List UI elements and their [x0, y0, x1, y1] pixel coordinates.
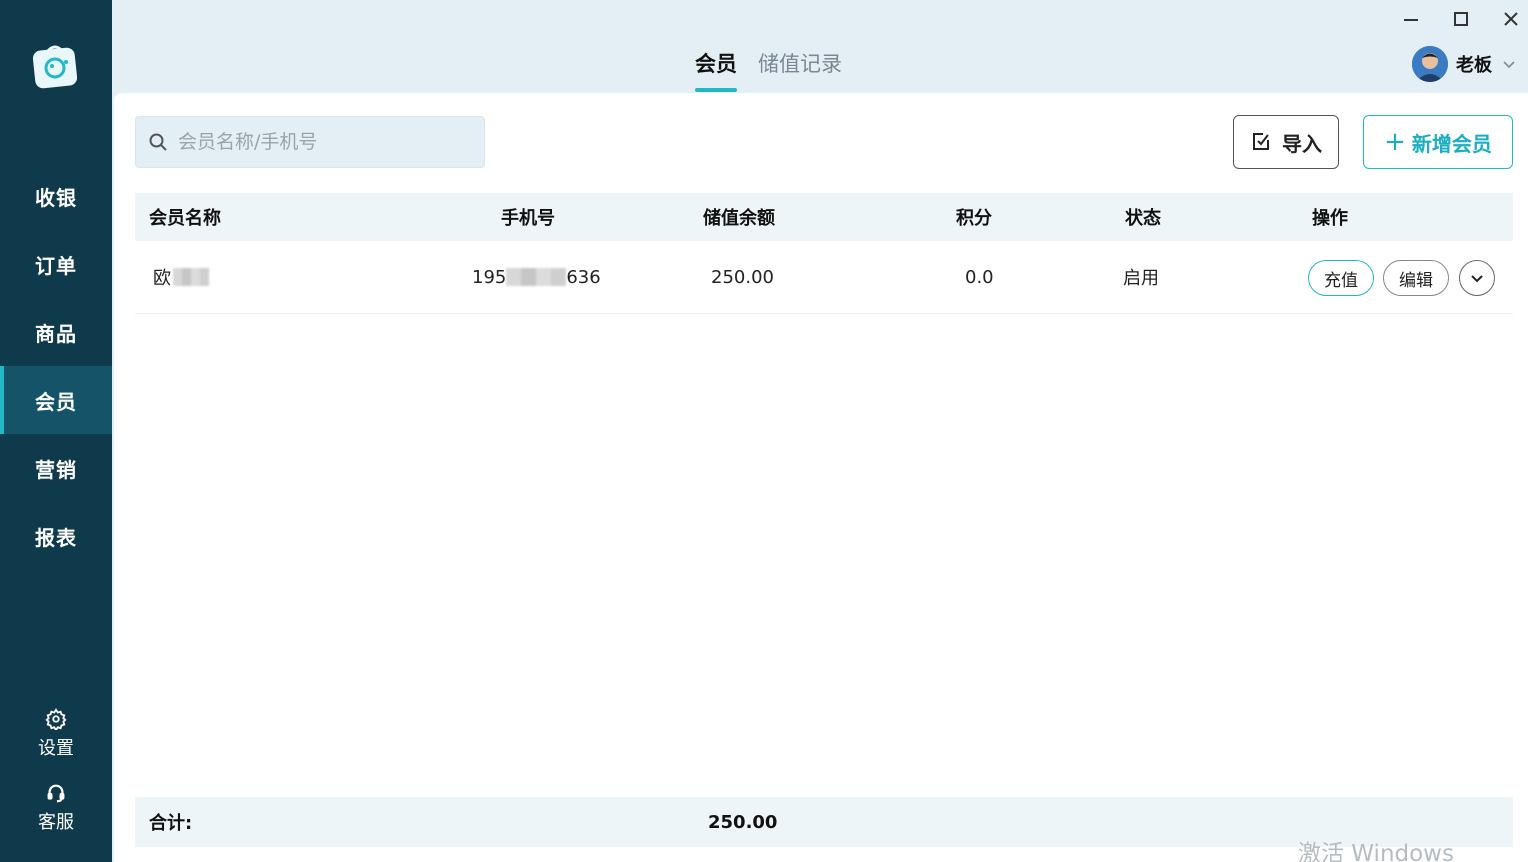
member-name: 欧 [153, 241, 209, 313]
sidebar-item-reports[interactable]: 报表 [0, 502, 112, 570]
search-icon [149, 133, 167, 151]
sidebar-item-marketing[interactable]: 营销 [0, 434, 112, 502]
user-menu[interactable]: 老板 [1412, 46, 1516, 82]
tab-stored-value-records[interactable]: 储值记录 [758, 48, 842, 78]
sidebar-item-label: 收银 [35, 185, 77, 210]
recharge-button[interactable]: 充值 [1308, 260, 1374, 296]
close-button[interactable] [1498, 8, 1524, 30]
column-header-points: 积分 [956, 208, 992, 229]
top-bar: 会员 储值记录 老板 [112, 0, 1528, 93]
column-header-balance: 储值余额 [703, 208, 775, 229]
more-actions-button[interactable] [1459, 260, 1495, 296]
member-name-text: 欧 [153, 268, 171, 289]
redacted-mask [506, 268, 567, 286]
minimize-button[interactable] [1398, 8, 1424, 30]
sidebar-item-products[interactable]: 商品 [0, 298, 112, 366]
column-header-name: 会员名称 [149, 208, 221, 229]
minimize-icon [1404, 19, 1418, 21]
redacted-mask [173, 268, 209, 286]
edit-button[interactable]: 编辑 [1383, 260, 1449, 296]
import-icon [1253, 133, 1269, 150]
sidebar: 收银 订单 商品 会员 营销 报表 设置 客服 [0, 0, 112, 862]
windows-activation-watermark: 激活 Windows [1298, 841, 1454, 862]
avatar [1412, 46, 1448, 82]
plus-icon: + [1384, 127, 1406, 157]
member-phone: 195 636 [472, 241, 601, 313]
support-label: 客服 [38, 812, 74, 833]
sidebar-item-label: 会员 [35, 389, 77, 414]
add-member-label: 新增会员 [1411, 131, 1492, 156]
phone-prefix: 195 [472, 266, 507, 288]
total-balance: 250.00 [708, 811, 778, 833]
member-balance: 250.00 [711, 266, 774, 288]
sidebar-item-members[interactable]: 会员 [0, 366, 112, 434]
import-button[interactable]: 导入 [1233, 115, 1339, 169]
column-header-status: 状态 [1125, 208, 1161, 229]
settings-label: 设置 [38, 738, 74, 759]
search-input[interactable] [178, 131, 468, 153]
member-points: 0.0 [965, 266, 994, 288]
chevron-down-icon [1471, 275, 1483, 283]
phone-suffix: 636 [566, 266, 601, 288]
close-icon [1504, 12, 1518, 26]
sidebar-item-orders[interactable]: 订单 [0, 230, 112, 298]
user-name: 老板 [1456, 55, 1492, 76]
import-label: 导入 [1282, 131, 1322, 156]
sidebar-item-label: 订单 [35, 253, 77, 278]
sidebar-item-label: 营销 [35, 457, 77, 482]
sidebar-item-label: 报表 [35, 525, 77, 550]
total-label: 合计: [149, 813, 193, 834]
column-header-phone: 手机号 [501, 208, 555, 229]
member-status: 启用 [1123, 268, 1159, 289]
table-header: 会员名称 手机号 储值余额 积分 状态 操作 [135, 193, 1513, 241]
tab-members[interactable]: 会员 [695, 48, 737, 92]
support-button[interactable]: 客服 [0, 782, 112, 834]
sidebar-item-cashier[interactable]: 收银 [0, 162, 112, 230]
main-panel: 导入 + 新增会员 会员名称 手机号 储值余额 积分 状态 操作 欧 195 63… [114, 93, 1528, 862]
maximize-button[interactable] [1448, 8, 1474, 30]
maximize-icon [1454, 12, 1468, 26]
settings-button[interactable]: 设置 [0, 708, 112, 760]
add-member-button[interactable]: + 新增会员 [1363, 115, 1513, 169]
search-box[interactable] [135, 116, 485, 168]
gear-icon [45, 708, 67, 730]
table-row: 欧 195 636 250.00 0.0 启用 充值 编辑 [135, 241, 1513, 314]
headset-icon [47, 784, 65, 803]
sidebar-item-label: 商品 [35, 321, 77, 346]
chevron-down-icon [1503, 61, 1515, 69]
app-logo [30, 40, 80, 90]
column-header-actions: 操作 [1312, 208, 1348, 229]
